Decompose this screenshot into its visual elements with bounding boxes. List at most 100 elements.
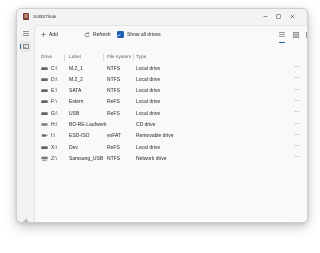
drive-label: USB — [69, 110, 80, 117]
command-bar: Add Refresh Show all drives — [35, 26, 307, 43]
drive-type: Local drive — [136, 110, 161, 117]
drive-label: M.2_1 — [69, 65, 83, 72]
nav-item-drives[interactable] — [20, 41, 31, 52]
column-header-type[interactable]: Type — [136, 55, 146, 60]
app-logo-icon — [23, 13, 29, 20]
more-options-button[interactable]: ··· — [295, 121, 300, 127]
column-header-file-system[interactable]: File system — [107, 55, 131, 60]
table-row[interactable]: E:\ SATA NTFS Local drive ··· — [35, 86, 307, 96]
large-icon-view-icon — [305, 31, 307, 38]
drive-file-system: ReFS — [107, 144, 120, 151]
hamburger-menu-button[interactable] — [20, 28, 31, 39]
add-button[interactable]: Add — [41, 29, 58, 40]
usb-drive-icon — [41, 134, 48, 137]
more-options-button[interactable]: ··· — [295, 154, 300, 160]
title-bar: SUBSTitute — [17, 9, 307, 24]
nav-selection-indicator — [20, 44, 22, 49]
column-header-drive[interactable]: Drive — [41, 55, 52, 60]
drive-type: Local drive — [136, 99, 161, 106]
drive-letter: I:\ — [51, 133, 56, 140]
table-row[interactable]: I:\ ESD-ISO exFAT Removable drive ··· — [35, 131, 307, 141]
column-header-label[interactable]: Label — [69, 55, 81, 60]
table-row[interactable]: F:\ Extern ReFS Local drive ··· — [35, 97, 307, 107]
minimize-icon — [263, 16, 267, 17]
view-tiles-button[interactable] — [290, 29, 301, 40]
more-options-button[interactable]: ··· — [295, 143, 300, 149]
drive-list-icon — [22, 44, 29, 49]
settings-button[interactable] — [20, 216, 31, 222]
table-row[interactable]: H:\ BD-RE-Laufwerk CD drive ··· — [35, 120, 307, 130]
drive-file-system: NTFS — [107, 155, 121, 162]
close-button[interactable] — [287, 12, 297, 21]
show-all-checkbox[interactable] — [117, 31, 124, 38]
drive-type: Local drive — [136, 144, 161, 151]
drive-file-system: ReFS — [107, 110, 120, 117]
grid-view-icon — [292, 31, 299, 38]
window-title: SUBSTitute — [33, 14, 57, 19]
table-header: Drive Label File system Type — [35, 53, 307, 62]
drive-type: Local drive — [136, 65, 161, 72]
drive-label: Samsung_USB — [69, 155, 104, 162]
drive-label: M.2_2 — [69, 76, 83, 83]
view-large-button[interactable] — [303, 29, 307, 40]
more-options-button[interactable]: ··· — [295, 132, 300, 138]
show-all-drives-toggle[interactable]: Show all drives — [117, 29, 161, 40]
drive-type: Local drive — [136, 88, 161, 95]
drive-icon — [41, 89, 48, 93]
table-row[interactable]: Z:\ Samsung_USB NTFS Network drive ··· — [35, 153, 307, 163]
drive-letter: Z:\ — [51, 155, 57, 162]
drive-letter: H:\ — [51, 122, 58, 128]
more-options-button[interactable]: ··· — [295, 109, 300, 115]
drive-icon — [41, 145, 48, 149]
checkmark-icon — [117, 33, 121, 36]
drive-letter: D:\ — [51, 76, 58, 83]
column-divider[interactable] — [64, 54, 65, 61]
table-row[interactable]: D:\ M.2_2 NTFS Local drive ··· — [35, 74, 307, 84]
more-options-button[interactable]: ··· — [295, 75, 300, 81]
drive-icon — [41, 100, 48, 104]
network-drive-icon — [41, 156, 48, 161]
column-divider[interactable] — [133, 54, 134, 61]
drive-type: Local drive — [136, 76, 161, 83]
drive-type: CD drive — [136, 122, 156, 128]
column-divider[interactable] — [103, 54, 104, 61]
active-view-indicator — [279, 42, 285, 43]
drive-icon — [41, 77, 48, 81]
drive-file-system: NTFS — [107, 76, 121, 83]
drive-label: Extern — [69, 99, 84, 106]
maximize-button[interactable] — [273, 12, 283, 21]
drive-file-system: NTFS — [107, 65, 121, 72]
drive-label: ESD-ISO — [69, 133, 90, 140]
more-options-button[interactable]: ··· — [295, 64, 300, 70]
table-row[interactable]: G:\ USB ReFS Local drive ··· — [35, 108, 307, 118]
minimize-button[interactable] — [260, 12, 270, 21]
navigation-pane — [17, 24, 34, 222]
drive-label: BD-RE-Laufwerk — [69, 122, 107, 128]
drive-file-system: NTFS — [107, 88, 121, 95]
drive-letter: C:\ — [51, 65, 58, 72]
drive-file-system: exFAT — [107, 133, 122, 140]
maximize-icon — [275, 14, 281, 19]
close-icon — [290, 14, 294, 19]
table-row[interactable]: X:\ Dev ReFS Local drive ··· — [35, 142, 307, 152]
drive-icon — [41, 111, 48, 115]
hamburger-icon — [22, 31, 29, 36]
drive-icon — [41, 66, 48, 70]
drive-type: Network drive — [136, 155, 167, 162]
refresh-button-label: Refresh — [93, 31, 111, 38]
drive-label: Dev — [69, 144, 78, 151]
view-details-button[interactable] — [276, 29, 287, 40]
drive-letter: F:\ — [51, 99, 57, 106]
main-content: Add Refresh Show all drives Drive Label … — [34, 25, 307, 222]
more-options-button[interactable]: ··· — [295, 87, 300, 93]
drive-type: Removable drive — [136, 133, 174, 140]
show-all-label: Show all drives — [127, 31, 161, 38]
drive-label: SATA — [69, 88, 82, 95]
table-row[interactable]: C:\ M.2_1 NTFS Local drive ··· — [35, 63, 307, 73]
drive-file-system: ReFS — [107, 99, 120, 106]
add-button-label: Add — [49, 31, 58, 38]
drive-letter: E:\ — [51, 88, 58, 95]
more-options-button[interactable]: ··· — [295, 98, 300, 104]
refresh-button[interactable]: Refresh — [84, 29, 111, 40]
app-window: SUBSTitute Add Refresh Show all drives D… — [16, 8, 308, 223]
